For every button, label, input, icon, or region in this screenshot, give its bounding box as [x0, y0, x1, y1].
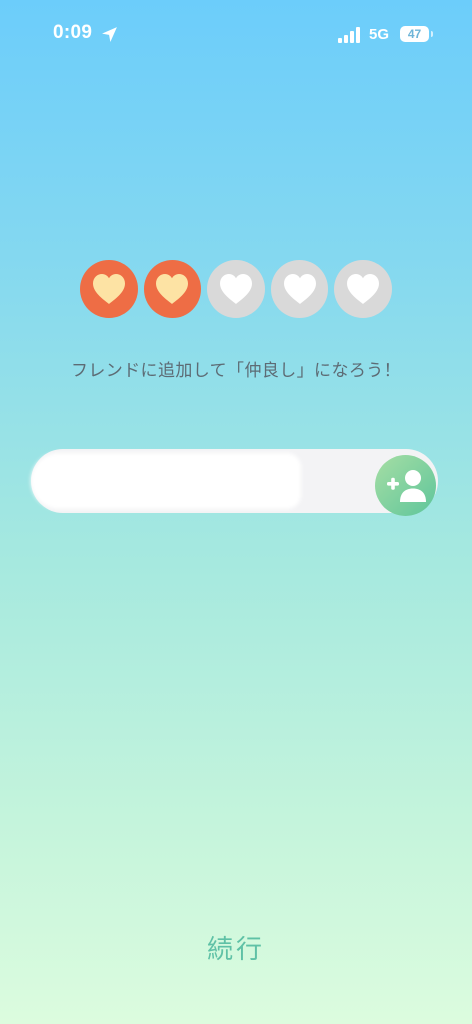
add-friend-message: フレンドに追加して「仲良し」になろう！: [70, 361, 402, 381]
battery-icon: 47: [400, 26, 429, 42]
heart-filled: [80, 260, 138, 318]
status-bar: 0:09 5G 47: [0, 0, 472, 70]
friendship-hearts: [80, 260, 392, 318]
heart-icon: [156, 274, 189, 304]
heart-empty: [207, 260, 265, 318]
heart-empty: [334, 260, 392, 318]
continue-button[interactable]: 続行: [176, 926, 296, 968]
heart-empty: [270, 260, 329, 318]
heart-icon: [347, 274, 380, 304]
location-arrow-icon: [102, 27, 117, 42]
battery-cap: [431, 31, 433, 37]
battery-level: 47: [407, 27, 422, 41]
friend-id-input[interactable]: [49, 449, 383, 515]
heart-icon: [219, 274, 252, 304]
heart-filled: [143, 260, 202, 318]
add-person-icon: [386, 469, 426, 502]
heart-icon: [92, 274, 125, 304]
cellular-signal-icon: [338, 27, 360, 43]
network-type: 5G: [369, 26, 390, 43]
heart-icon: [283, 274, 316, 304]
add-friend-button[interactable]: [375, 455, 436, 516]
status-time: 0:09: [53, 22, 93, 43]
